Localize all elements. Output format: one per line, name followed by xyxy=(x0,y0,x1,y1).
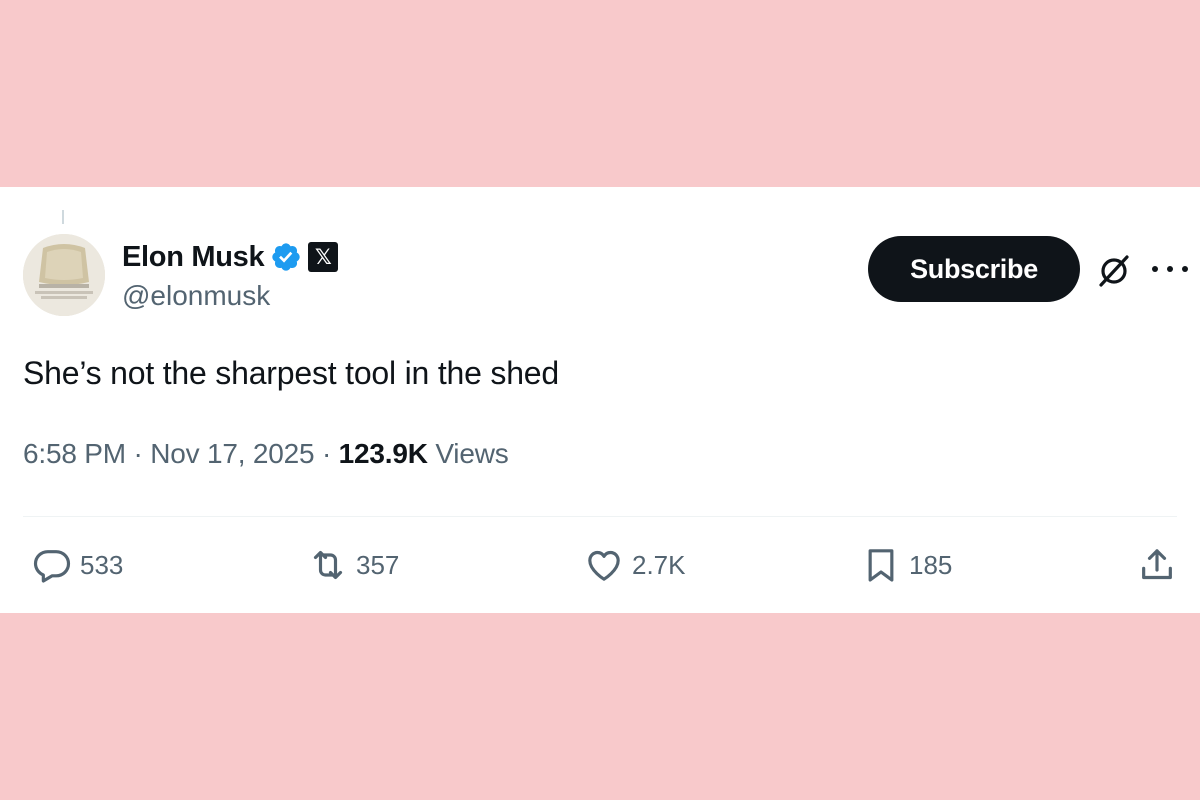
thread-line xyxy=(62,210,64,224)
tweet-date[interactable]: Nov 17, 2025 xyxy=(150,438,314,470)
tweet-metadata: 6:58 PM · Nov 17, 2025 · 123.9K Views xyxy=(23,438,509,470)
repost-icon xyxy=(313,550,343,580)
repost-button[interactable]: 357 xyxy=(308,542,399,588)
author-row: Elon Musk 𝕏 xyxy=(122,237,339,277)
reply-count: 533 xyxy=(80,549,124,580)
like-button[interactable]: 2.7K xyxy=(584,542,686,588)
reply-button[interactable]: 533 xyxy=(32,542,123,588)
like-count: 2.7K xyxy=(632,549,686,580)
views-count[interactable]: 123.9K xyxy=(339,438,428,470)
repost-count: 357 xyxy=(356,549,400,580)
bookmark-button[interactable]: 185 xyxy=(861,542,952,588)
meta-separator: · xyxy=(125,438,151,469)
tweet-card: Elon Musk 𝕏 @elonmusk Subscribe She’s no… xyxy=(0,187,1200,613)
share-icon xyxy=(1142,549,1172,580)
views-label[interactable]: Views xyxy=(428,438,508,470)
tweet-time[interactable]: 6:58 PM xyxy=(23,438,126,470)
author-handle[interactable]: @elonmusk xyxy=(122,280,270,312)
divider xyxy=(23,516,1177,517)
bookmark-count: 185 xyxy=(909,549,953,580)
more-icon[interactable] xyxy=(1152,257,1188,281)
meta-separator: · xyxy=(314,438,339,469)
share-button[interactable] xyxy=(1137,542,1177,588)
subscribe-button[interactable]: Subscribe xyxy=(868,236,1080,302)
tweet-text: She’s not the sharpest tool in the shed xyxy=(23,355,559,391)
verified-badge-icon[interactable] xyxy=(270,241,302,273)
reply-icon xyxy=(33,550,71,583)
x-logo-icon[interactable]: 𝕏 xyxy=(308,242,339,272)
grok-icon[interactable] xyxy=(1096,253,1132,289)
bookmark-icon xyxy=(868,549,894,582)
heart-icon xyxy=(588,550,620,581)
avatar[interactable] xyxy=(23,234,105,316)
author-name[interactable]: Elon Musk xyxy=(122,241,265,274)
